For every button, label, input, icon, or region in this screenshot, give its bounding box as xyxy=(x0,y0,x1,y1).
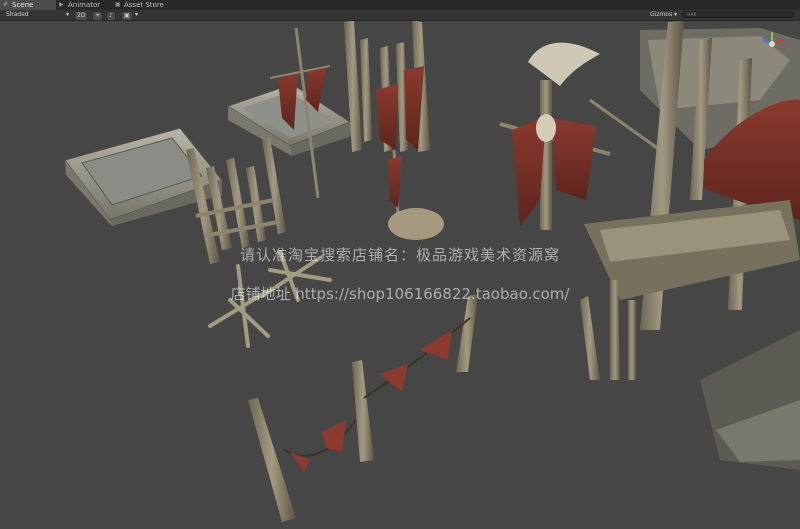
shading-mode-label: Shaded xyxy=(6,11,29,18)
scene-toolbar: Shaded ▾ 2D ☀ ♪ ▣ ▾ Gizmos ▾ ⊙All xyxy=(0,10,800,21)
effects-dropdown-icon[interactable]: ▾ xyxy=(135,11,138,19)
toggle-2d-button[interactable]: 2D xyxy=(74,11,89,21)
watermark-line-2: 店铺地址 https://shop106166822.taobao.com/ xyxy=(230,285,570,303)
audio-toggle-icon[interactable]: ♪ xyxy=(106,11,116,21)
scene-viewport[interactable]: 请认准淘宝搜索店铺名：极品游戏美术资源窝 店铺地址 https://shop10… xyxy=(0,20,800,527)
gizmos-label: Gizmos xyxy=(650,11,673,18)
search-placeholder: ⊙All xyxy=(686,12,697,18)
tab-asset-store[interactable]: ▣ Asset Store xyxy=(112,0,184,10)
lighting-toggle-icon[interactable]: ☀ xyxy=(92,11,104,21)
animator-icon: ▶ xyxy=(59,1,64,8)
tab-animator[interactable]: ▶ Animator xyxy=(56,0,120,10)
scene-render xyxy=(64,20,800,522)
rope-fence xyxy=(248,294,478,522)
effects-toggle-icon[interactable]: ▣ xyxy=(121,11,133,21)
tab-asset-store-label: Asset Store xyxy=(124,1,164,9)
tab-scene[interactable]: # Scene xyxy=(0,0,56,10)
gizmos-arrow-icon: ▾ xyxy=(674,11,678,18)
store-icon: ▣ xyxy=(115,1,121,8)
palisade-banners xyxy=(344,20,444,240)
hierarchy-search-input[interactable]: ⊙All xyxy=(682,11,794,18)
shading-mode-dropdown[interactable]: Shaded xyxy=(6,11,29,19)
watermark-line-1: 请认准淘宝搜索店铺名：极品游戏美术资源窝 xyxy=(239,246,560,264)
scene-icon: # xyxy=(3,1,9,8)
skull-totem xyxy=(499,42,661,230)
toggle-2d-label: 2D xyxy=(77,12,86,19)
gizmos-dropdown[interactable]: Gizmos ▾ xyxy=(650,11,677,19)
tab-animator-label: Animator xyxy=(68,1,101,9)
tab-bar: # Scene ▶ Animator ▣ Asset Store xyxy=(0,0,800,10)
tab-scene-label: Scene xyxy=(12,1,34,9)
dropdown-arrow-icon[interactable]: ▾ xyxy=(66,11,69,19)
